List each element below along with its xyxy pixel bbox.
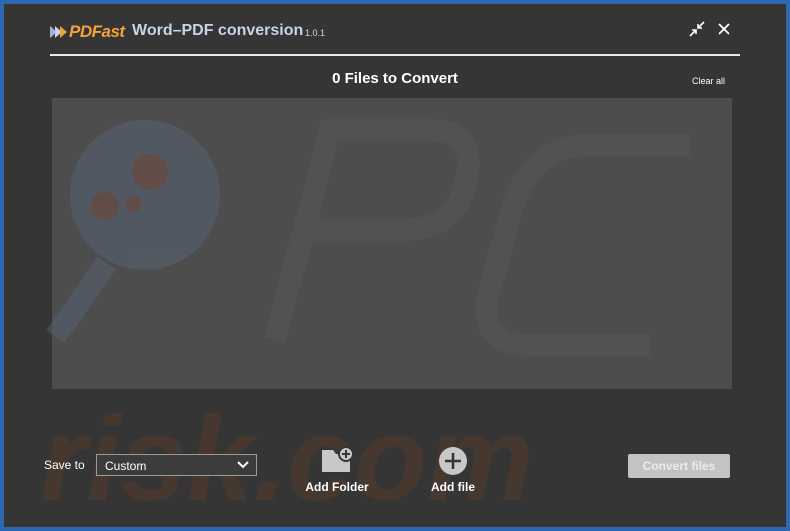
- add-folder-label: Add Folder: [305, 480, 369, 494]
- save-to-label: Save to: [44, 458, 85, 472]
- file-drop-area[interactable]: [52, 98, 732, 389]
- minimize-button[interactable]: [688, 20, 706, 38]
- chevron-down-icon: [237, 461, 249, 469]
- clear-all-link[interactable]: Clear all: [692, 76, 725, 86]
- add-file-button[interactable]: Add file: [422, 446, 484, 494]
- add-file-label: Add file: [431, 480, 475, 494]
- add-folder-button[interactable]: Add Folder: [300, 446, 374, 494]
- app-title: Word–PDF conversion: [132, 22, 304, 39]
- close-button[interactable]: [715, 20, 733, 38]
- close-icon: [718, 23, 730, 35]
- collapse-arrows-icon: [689, 21, 705, 37]
- save-to-dropdown[interactable]: Custom: [96, 454, 257, 476]
- app-version: 1.0.1: [305, 28, 326, 38]
- title-bar: PDFast Word–PDF conversion 1.0.1: [48, 18, 743, 46]
- app-logo: PDFast: [50, 22, 125, 42]
- files-count-title: 0 Files to Convert: [332, 70, 458, 87]
- logo-arrows-icon: [50, 26, 67, 38]
- add-folder-icon: [322, 446, 354, 472]
- save-to-value: Custom: [105, 459, 147, 473]
- convert-files-button[interactable]: Convert files: [628, 454, 730, 478]
- plus-circle-icon: [439, 447, 467, 475]
- logo-text: PDFast: [69, 22, 125, 41]
- header-divider: [50, 54, 740, 56]
